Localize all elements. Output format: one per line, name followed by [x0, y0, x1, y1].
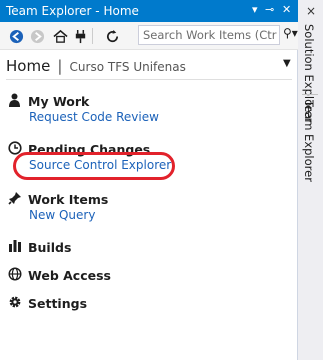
pin-icon	[8, 190, 24, 209]
section-my-work[interactable]: My Work	[8, 91, 89, 111]
section-settings[interactable]: Settings	[8, 293, 87, 313]
section-builds[interactable]: Builds	[8, 237, 71, 257]
refresh-icon[interactable]	[104, 28, 120, 44]
section-title: My Work	[28, 94, 90, 109]
close-icon[interactable]: ×	[306, 4, 316, 18]
red-highlight-circle	[13, 152, 175, 180]
tab-divider	[302, 94, 318, 95]
person-icon	[8, 92, 24, 111]
forward-arrow-icon[interactable]	[29, 28, 45, 44]
team-explorer-panel: Team Explorer - Home ▾ ⊸ ✕ Search Work I…	[0, 0, 298, 360]
section-title: Builds	[28, 240, 72, 255]
search-icon[interactable]: ⚲▾	[283, 26, 298, 40]
page-title: Home	[6, 57, 51, 75]
project-name[interactable]: Curso TFS Unifenas	[70, 60, 186, 74]
page-header: Home | Curso TFS Unifenas ▼	[6, 56, 296, 78]
close-icon[interactable]: ✕	[282, 3, 291, 16]
section-web-access[interactable]: Web Access	[8, 265, 111, 285]
header-separator: |	[57, 57, 63, 75]
section-title: Settings	[28, 296, 88, 311]
search-input[interactable]: Search Work Items (Ctr	[138, 25, 280, 45]
window-title: Team Explorer - Home	[6, 4, 139, 18]
back-arrow-icon[interactable]	[8, 28, 24, 44]
pin-icon[interactable]: ⊸	[265, 3, 274, 16]
tab-team-explorer[interactable]: Team Explorer	[302, 100, 316, 182]
header-divider	[6, 79, 292, 80]
toolbar: Search Work Items (Ctr	[0, 22, 298, 50]
globe-icon	[8, 266, 24, 285]
chevron-down-icon[interactable]: ▾	[252, 3, 258, 16]
home-icon[interactable]	[52, 28, 68, 44]
gear-icon	[8, 294, 24, 313]
builds-icon	[8, 238, 24, 257]
toolbar-separator	[92, 28, 93, 44]
chevron-down-icon[interactable]: ▼	[283, 58, 291, 69]
request-code-review-link[interactable]: Request Code Review	[29, 110, 159, 124]
new-query-link[interactable]: New Query	[29, 208, 95, 222]
side-tab-strip: × Solution Explorer Team Explorer	[298, 0, 323, 360]
connect-plug-icon[interactable]	[72, 28, 88, 44]
section-work-items[interactable]: Work Items	[8, 189, 108, 209]
section-title: Web Access	[28, 268, 111, 283]
section-title: Work Items	[28, 192, 109, 207]
title-bar: Team Explorer - Home ▾ ⊸ ✕	[0, 0, 298, 22]
